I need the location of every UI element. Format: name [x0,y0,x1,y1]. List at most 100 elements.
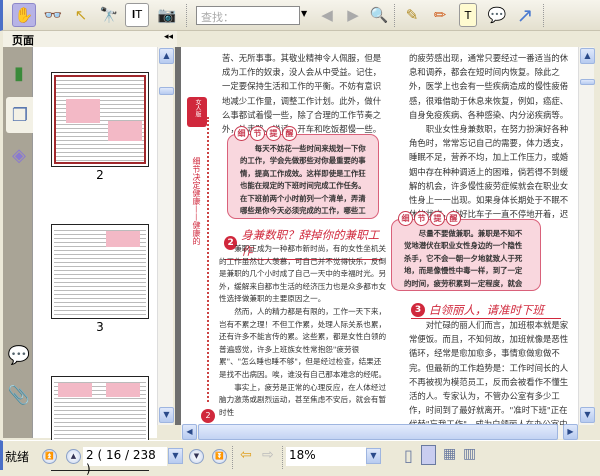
magnifier-icon: 🔍 [369,6,389,24]
page-number-field[interactable]: 2 ( 16 / 238 ) [83,447,167,476]
pages-panel-header: 页面 ◂◂ [3,31,177,47]
paragraph: 兼职正成为一种都市新时尚，有的女性坐机关的工作虽然让人羡慕，可自己并不觉得快乐，… [219,244,387,304]
bookmarks-tab[interactable]: ▮ [6,55,32,91]
find-tool-button[interactable]: 🔭 [97,3,121,27]
left-column-top: 苦、无所事事。其敬业精神令人佩服，但是成为工作的奴隶，没人会从中受益。记住，一定… [222,51,382,136]
textbox-icon: T [464,8,472,22]
binoculars-icon: 🔭 [99,6,119,24]
panel-title: 页面 [12,34,34,47]
scroll-thumb[interactable] [159,87,174,95]
scroll-up-icon[interactable]: ▲ [580,48,595,64]
paragraph: 的疲劳感出现，通常只要经过一番适当的休息和调养，都会在短时间内恢复。除此之外，医… [409,53,569,120]
side-running-title: 细节决定健康——健康的 [192,157,201,245]
tip-char: 醒 [282,126,297,141]
comment-icon: 💬 [7,344,31,366]
pencil-button[interactable]: ✏ [428,3,452,27]
section-number: 3 [411,303,425,317]
section-heading: 3 白领丽人，请准时下班 [411,302,561,319]
next-icon: ▶ [347,6,359,24]
textbox-button[interactable]: T [459,3,477,27]
paragraph: 然而，人的精力都是有限的，工作一天下来，岂有不累之理！不但工作累，处理人际关系也… [219,306,387,379]
snapshot-button[interactable]: 📷 [155,3,179,27]
tip-title: 细节提醒 [398,211,461,226]
status-separator [282,446,284,469]
scroll-up-icon[interactable]: ▲ [159,48,174,64]
tip-char: 节 [414,211,429,226]
toolbar-separator [186,4,188,27]
hand-tool-button[interactable]: ✋ [12,3,36,27]
single-page-view-icon[interactable]: ▯ [404,446,413,465]
page-number: 2 [201,409,215,423]
thumbnail-label: 2 [96,168,104,182]
comments-tab[interactable]: 💬 [6,337,32,373]
first-page-icon: ⏫ [45,452,54,460]
back-button[interactable]: ⇦ [240,447,252,463]
pencil-icon: ✏ [433,6,447,24]
status-text: 就绪 [5,450,30,464]
tip-box: 细节提醒 尽量不要做兼职。兼职是不知不觉地潜伏在职业女性身边的一个隐性杀手，它不… [391,211,541,291]
scroll-down-icon[interactable]: ▼ [580,407,595,423]
scroll-left-icon[interactable]: ◀ [182,424,197,440]
tip-text: 尽量不要做兼职。兼职是不知不觉地潜伏在职业女性身边的一个隐性杀手，它不会一朝一夕… [404,229,523,288]
camera-icon: 📷 [157,6,177,24]
continuous-view-icon[interactable] [421,445,436,465]
last-page-button[interactable]: ⏬ [212,449,227,464]
scroll-right-icon[interactable]: ▶ [563,424,578,440]
main-toolbar: ✋ 👓 ↖ 🔭 𝐈T 📷 查找： ▼ ◀ ▶ 🔍 ✎ ✏ T 💬 ↗ [0,0,600,31]
pages-icon: ❐ [11,104,29,126]
select-tool-button[interactable]: ↖ [69,3,93,27]
scroll-thumb[interactable] [198,424,558,440]
layers-icon: ◈ [12,144,26,166]
highlight-button[interactable]: ✎ [400,3,424,27]
read-tool-button[interactable]: 👓 [41,3,65,27]
search-dropdown-icon[interactable]: ▼ [301,9,307,18]
text-select-button[interactable]: 𝐈T [125,3,149,27]
scroll-down-icon[interactable]: ▼ [159,407,174,423]
paragraph: 苦、无所事事。其敬业精神令人佩服，但是成为工作的奴隶，没人会从中受益。记住，一定… [222,53,382,135]
panel-tab-strip: ▮ ❐ ◈ 💬 📎 [3,47,34,438]
search-input[interactable]: 查找： [196,6,300,25]
collapse-panel-icon[interactable]: ◂◂ [164,32,173,42]
page-thumbnail[interactable] [51,224,149,319]
note-button[interactable]: 💬 [485,3,509,27]
glasses-icon: 👓 [43,6,63,24]
scroll-thumb[interactable] [580,79,595,85]
arrow-annotation-button[interactable]: ↗ [513,3,537,27]
tip-char: 细 [398,211,413,226]
thumbnail-label: 3 [96,320,104,334]
tip-char: 提 [430,211,445,226]
toolbar-separator [543,4,545,27]
thumbnails-panel: 2 3 [33,47,157,471]
find-next-button[interactable]: ▶ [341,3,365,27]
paragraph: 事实上，疲劳是正常的心理反应，在人体经过脑力激荡或剧烈运动，甚至焦虑不安后，就会… [219,382,387,417]
previous-page-button[interactable]: ▲ [66,449,81,464]
previous-icon: ◀ [321,6,333,24]
zoom-dropdown-icon[interactable]: ▼ [366,448,381,464]
thumbnails-scrollbar[interactable]: ▲ ▼ [157,47,174,425]
page-thumbnail[interactable] [51,72,149,167]
facing-view-icon[interactable]: ▦ [443,446,456,462]
side-tab-label: 女人版 [194,99,201,117]
last-page-icon: ⏬ [215,452,224,460]
find-previous-button[interactable]: ◀ [315,3,339,27]
down-arrow-icon: ▼ [193,452,200,460]
tip-char: 细 [234,126,249,141]
next-page-button[interactable]: ▼ [189,449,204,464]
tip-char: 节 [250,126,265,141]
page-dropdown-icon[interactable]: ▼ [168,448,183,464]
side-tab: 女人版 [187,97,207,127]
forward-button[interactable]: ⇨ [262,447,274,463]
bookmark-icon: ▮ [14,62,24,84]
up-arrow-icon: ▲ [70,452,77,460]
layers-tab[interactable]: ◈ [6,137,32,173]
highlighter-icon: ✎ [405,6,419,24]
find-options-button[interactable]: 🔍 [367,3,391,27]
continuous-facing-view-icon[interactable]: ▥ [463,446,476,462]
zoom-field[interactable]: 18% [286,447,366,466]
first-page-button[interactable]: ⏫ [42,449,57,464]
document-horizontal-scrollbar[interactable]: ◀ ▶ [181,424,578,440]
pages-tab[interactable]: ❐ [6,97,34,133]
attachments-tab[interactable]: 📎 [6,377,32,413]
document-vertical-scrollbar[interactable]: ▲ ▼ [578,47,595,425]
heading-text: 白领丽人，请准时下班 [429,303,544,317]
